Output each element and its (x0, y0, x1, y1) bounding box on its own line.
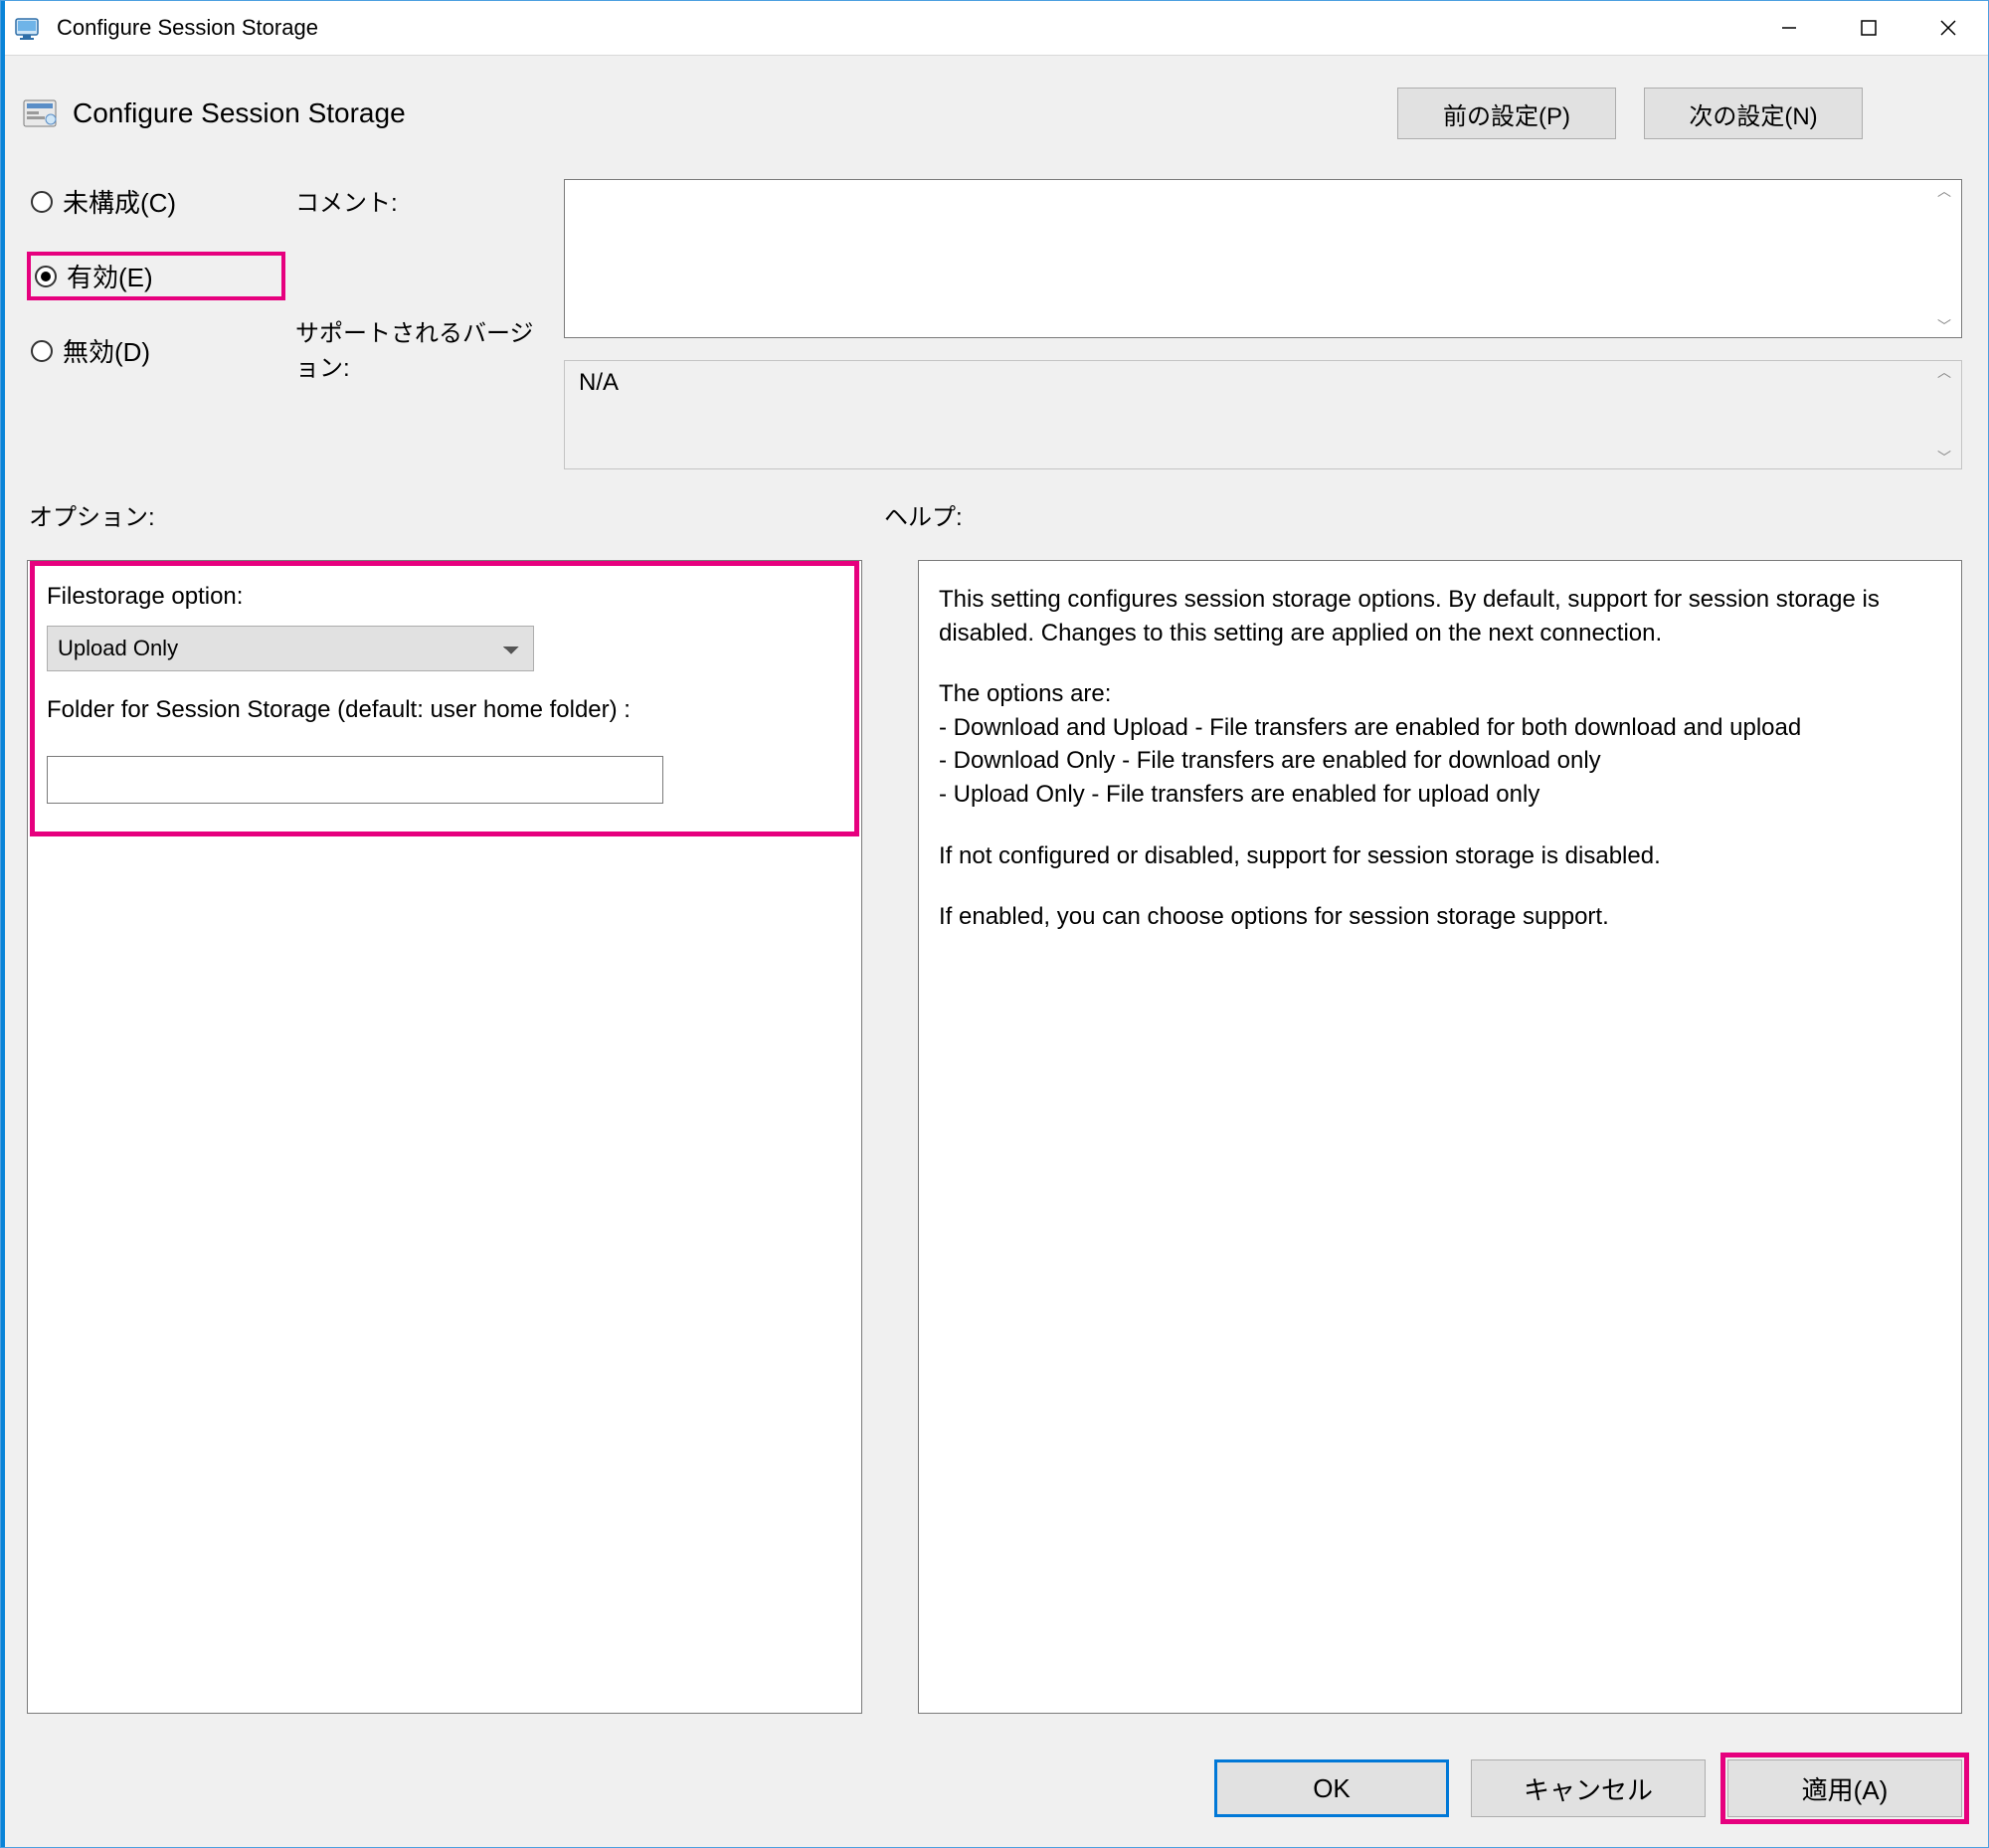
options-panel: Filestorage option: Upload Only Folder f… (27, 560, 862, 1714)
prev-setting-button[interactable]: 前の設定(P) (1397, 88, 1616, 139)
help-text: If not configured or disabled, support f… (939, 839, 1941, 873)
nav-buttons: 前の設定(P) 次の設定(N) (1397, 88, 1863, 139)
chevron-up-icon: ︿ (1931, 184, 1957, 198)
window-controls (1749, 1, 1988, 55)
header-row: Configure Session Storage 前の設定(P) 次の設定(N… (27, 88, 1962, 139)
maximize-button[interactable] (1829, 1, 1908, 55)
options-highlight: Filestorage option: Upload Only Folder f… (30, 561, 859, 836)
radio-icon (35, 266, 57, 287)
panels: Filestorage option: Upload Only Folder f… (27, 560, 1962, 1714)
apply-button[interactable]: 適用(A) (1727, 1759, 1962, 1817)
supported-on-box: N/A ︿ ﹀ (564, 360, 1962, 469)
options-label: オプション: (29, 497, 884, 532)
policy-icon (23, 97, 59, 129)
textarea-scroll-icons: ︿ ﹀ (1931, 184, 1957, 333)
radio-icon (31, 191, 53, 213)
help-label: ヘルプ: (884, 497, 1962, 532)
radio-label: 有効(E) (67, 258, 153, 294)
field-labels: コメント: サポートされるバージョン: (295, 179, 554, 469)
window-title: Configure Session Storage (57, 15, 318, 41)
help-text: - Download Only - File transfers are ena… (939, 744, 1941, 778)
state-radio-group: 未構成(C) 有効(E) 無効(D) (27, 179, 285, 469)
folder-label: Folder for Session Storage (default: use… (47, 693, 842, 727)
dialog-window: Configure Session Storage (0, 0, 1989, 1848)
help-text: If enabled, you can choose options for s… (939, 900, 1941, 934)
help-text: This setting configures session storage … (939, 583, 1941, 649)
radio-disabled[interactable]: 無効(D) (27, 330, 285, 371)
section-labels: オプション: ヘルプ: (27, 497, 1962, 532)
supported-label: サポートされるバージョン: (295, 313, 554, 383)
folder-input[interactable] (47, 756, 663, 804)
close-button[interactable] (1908, 1, 1988, 55)
app-icon (15, 16, 45, 42)
help-text: - Upload Only - File transfers are enabl… (939, 778, 1941, 812)
box-scroll-icons: ︿ ﹀ (1931, 365, 1957, 464)
cancel-button[interactable]: キャンセル (1471, 1759, 1706, 1817)
comment-label: コメント: (295, 183, 554, 218)
help-text: The options are: (939, 677, 1941, 711)
next-setting-button[interactable]: 次の設定(N) (1644, 88, 1863, 139)
radio-not-configured[interactable]: 未構成(C) (27, 181, 285, 222)
page-title: Configure Session Storage (73, 97, 406, 129)
radio-label: 無効(D) (63, 332, 150, 369)
help-text: - Download and Upload - File transfers a… (939, 711, 1941, 745)
filestorage-label: Filestorage option: (47, 580, 842, 614)
dialog-content: Configure Session Storage 前の設定(P) 次の設定(N… (1, 56, 1988, 1734)
radio-enabled[interactable]: 有効(E) (27, 252, 285, 300)
help-panel: This setting configures session storage … (918, 560, 1962, 1714)
supported-value: N/A (579, 369, 619, 396)
radio-icon (31, 340, 53, 362)
comment-textarea[interactable]: ︿ ﹀ (564, 179, 1962, 338)
ok-button[interactable]: OK (1214, 1759, 1449, 1817)
chevron-down-icon: ﹀ (1931, 451, 1957, 464)
minimize-button[interactable] (1749, 1, 1829, 55)
filestorage-select[interactable]: Upload Only (47, 626, 534, 671)
chevron-up-icon: ︿ (1931, 365, 1957, 379)
dialog-footer: OK キャンセル 適用(A) (1, 1734, 1988, 1847)
field-values: ︿ ﹀ N/A ︿ ﹀ (564, 179, 1962, 469)
window-active-edge (1, 1, 5, 1847)
chevron-down-icon: ﹀ (1931, 319, 1957, 333)
title-bar: Configure Session Storage (1, 1, 1988, 56)
upper-grid: 未構成(C) 有効(E) 無効(D) コメント: サポートされるバージョン: (27, 179, 1962, 469)
radio-label: 未構成(C) (63, 183, 176, 220)
